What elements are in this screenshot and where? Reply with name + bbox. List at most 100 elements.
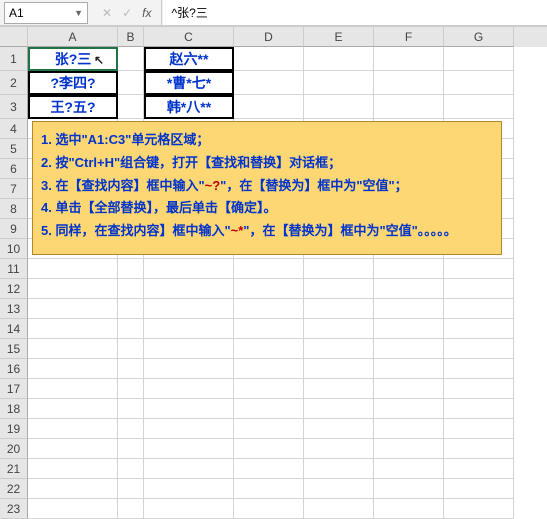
cell[interactable] bbox=[374, 459, 444, 479]
row-header[interactable]: 7 bbox=[0, 179, 28, 199]
cell[interactable] bbox=[304, 259, 374, 279]
column-header[interactable]: F bbox=[374, 27, 444, 47]
cancel-icon[interactable]: ✕ bbox=[102, 6, 112, 20]
cell[interactable] bbox=[28, 399, 118, 419]
cell[interactable] bbox=[234, 459, 304, 479]
cell[interactable] bbox=[118, 399, 144, 419]
column-header[interactable]: E bbox=[304, 27, 374, 47]
cell[interactable] bbox=[374, 479, 444, 499]
cell[interactable] bbox=[304, 359, 374, 379]
cell[interactable] bbox=[444, 339, 514, 359]
cell[interactable] bbox=[374, 499, 444, 519]
row-header[interactable]: 5 bbox=[0, 139, 28, 159]
cell[interactable] bbox=[234, 339, 304, 359]
row-header[interactable]: 8 bbox=[0, 199, 28, 219]
cell[interactable] bbox=[374, 47, 444, 71]
fx-icon[interactable]: fx bbox=[142, 6, 151, 20]
cell[interactable] bbox=[234, 319, 304, 339]
cell[interactable] bbox=[118, 95, 144, 119]
cell[interactable] bbox=[374, 319, 444, 339]
cell[interactable] bbox=[444, 499, 514, 519]
cell[interactable] bbox=[234, 399, 304, 419]
cell[interactable] bbox=[28, 499, 118, 519]
cell[interactable] bbox=[304, 319, 374, 339]
cell[interactable] bbox=[28, 279, 118, 299]
cell[interactable] bbox=[234, 379, 304, 399]
cell[interactable] bbox=[234, 499, 304, 519]
cell[interactable] bbox=[374, 299, 444, 319]
cell[interactable] bbox=[234, 279, 304, 299]
cell[interactable] bbox=[444, 279, 514, 299]
cell[interactable] bbox=[374, 439, 444, 459]
row-header[interactable]: 6 bbox=[0, 159, 28, 179]
cell[interactable] bbox=[304, 419, 374, 439]
cell[interactable] bbox=[234, 299, 304, 319]
cell[interactable]: 张?三↖ bbox=[28, 47, 118, 71]
cell[interactable] bbox=[234, 359, 304, 379]
cell[interactable] bbox=[374, 359, 444, 379]
row-header[interactable]: 23 bbox=[0, 499, 28, 519]
cell[interactable] bbox=[444, 439, 514, 459]
cell[interactable] bbox=[444, 479, 514, 499]
row-header[interactable]: 18 bbox=[0, 399, 28, 419]
cell[interactable] bbox=[28, 479, 118, 499]
cell[interactable] bbox=[304, 459, 374, 479]
cell[interactable] bbox=[118, 259, 144, 279]
row-header[interactable]: 2 bbox=[0, 71, 28, 95]
accept-icon[interactable]: ✓ bbox=[122, 6, 132, 20]
cell[interactable] bbox=[444, 419, 514, 439]
cell[interactable] bbox=[118, 439, 144, 459]
cell[interactable] bbox=[118, 299, 144, 319]
cell[interactable] bbox=[118, 479, 144, 499]
cell[interactable] bbox=[304, 499, 374, 519]
cell[interactable] bbox=[374, 259, 444, 279]
row-header[interactable]: 17 bbox=[0, 379, 28, 399]
cell[interactable] bbox=[118, 419, 144, 439]
cell[interactable] bbox=[144, 299, 234, 319]
cell[interactable] bbox=[144, 339, 234, 359]
cell[interactable] bbox=[374, 339, 444, 359]
row-header[interactable]: 1 bbox=[0, 47, 28, 71]
cell[interactable] bbox=[304, 399, 374, 419]
row-header[interactable]: 19 bbox=[0, 419, 28, 439]
cell[interactable] bbox=[234, 439, 304, 459]
cell[interactable]: 韩*八** bbox=[144, 95, 234, 119]
cell[interactable] bbox=[374, 379, 444, 399]
cell[interactable] bbox=[234, 259, 304, 279]
row-header[interactable]: 9 bbox=[0, 219, 28, 239]
cell[interactable] bbox=[304, 95, 374, 119]
row-header[interactable]: 3 bbox=[0, 95, 28, 119]
cell[interactable] bbox=[304, 71, 374, 95]
cell[interactable] bbox=[374, 419, 444, 439]
cell[interactable] bbox=[28, 259, 118, 279]
cell[interactable] bbox=[144, 379, 234, 399]
cell[interactable] bbox=[118, 47, 144, 71]
cell[interactable] bbox=[444, 71, 514, 95]
cell[interactable] bbox=[28, 299, 118, 319]
cell[interactable] bbox=[28, 319, 118, 339]
cell[interactable] bbox=[28, 339, 118, 359]
cell[interactable] bbox=[304, 379, 374, 399]
cell[interactable] bbox=[118, 499, 144, 519]
cell[interactable] bbox=[118, 339, 144, 359]
cell[interactable]: *曹*七* bbox=[144, 71, 234, 95]
cell[interactable]: 赵六** bbox=[144, 47, 234, 71]
cell[interactable] bbox=[444, 399, 514, 419]
row-header[interactable]: 13 bbox=[0, 299, 28, 319]
row-header[interactable]: 10 bbox=[0, 239, 28, 259]
cell[interactable] bbox=[144, 259, 234, 279]
cell[interactable] bbox=[444, 379, 514, 399]
cell[interactable] bbox=[374, 71, 444, 95]
cell[interactable] bbox=[304, 279, 374, 299]
cell[interactable] bbox=[374, 95, 444, 119]
cell[interactable] bbox=[374, 279, 444, 299]
cell[interactable] bbox=[144, 319, 234, 339]
cell[interactable] bbox=[144, 399, 234, 419]
select-all-corner[interactable] bbox=[0, 27, 28, 47]
cell[interactable] bbox=[374, 399, 444, 419]
cell[interactable] bbox=[444, 359, 514, 379]
cell[interactable] bbox=[28, 359, 118, 379]
cell[interactable] bbox=[234, 95, 304, 119]
column-header[interactable]: B bbox=[118, 27, 144, 47]
cell[interactable] bbox=[28, 419, 118, 439]
